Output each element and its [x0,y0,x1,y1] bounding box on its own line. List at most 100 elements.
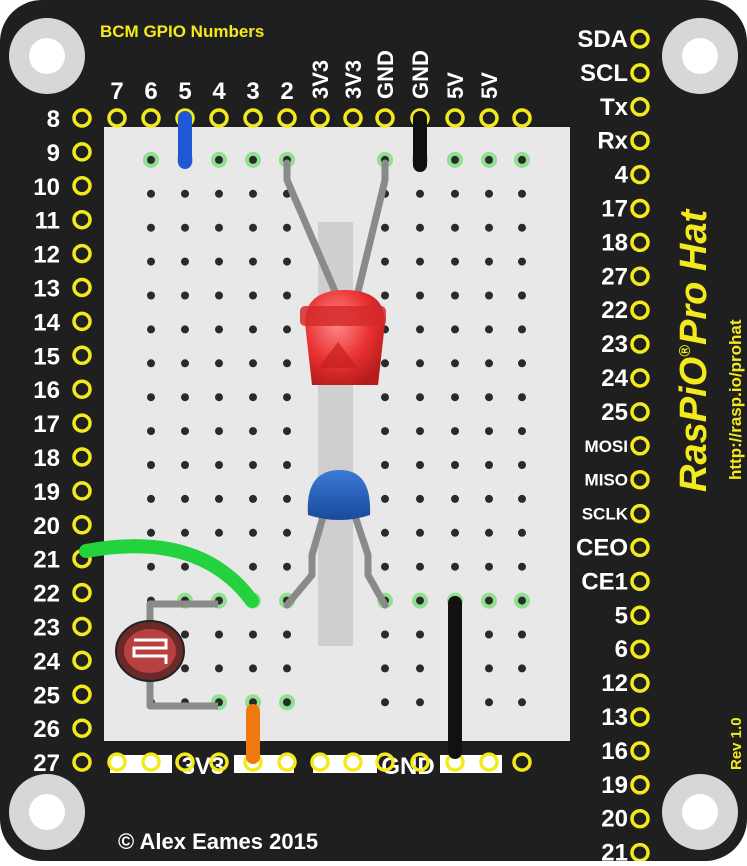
breadboard-hole [381,359,389,368]
breadboard-hole [181,562,189,571]
footer-copyright: © Alex Eames 2015 [118,829,318,854]
right-pin-label: 19 [601,772,628,799]
breadboard-hole [416,393,424,402]
breadboard-hole [451,189,459,198]
breadboard-hole [416,528,424,537]
right-pin-label: 27 [601,263,628,290]
breadboard-hole [451,427,459,436]
breadboard-hole [181,189,189,198]
breadboard-hole [147,189,155,198]
breadboard-hole [147,528,155,537]
breadboard-hole [485,698,493,707]
breadboard-hole [215,393,223,402]
brand-revision: Rev 1.0 [728,717,745,770]
breadboard-hole [485,257,493,266]
left-pin-label: 8 [47,106,60,133]
breadboard-hole [249,393,257,402]
breadboard-hole [451,325,459,334]
breadboard-hole [416,189,424,198]
breadboard-hole [181,528,189,537]
right-pin-label: 5 [615,602,628,629]
led-red [300,290,386,385]
breadboard-hole [485,291,493,300]
breadboard-hole [215,155,223,164]
breadboard-hole [485,223,493,232]
breadboard-hole [181,359,189,368]
right-pin-label: CEO [576,535,628,562]
header-title: BCM GPIO Numbers [100,22,264,41]
right-pin-label: 21 [601,840,628,861]
breadboard-hole [147,223,155,232]
breadboard-hole [283,257,291,266]
breadboard-hole [249,189,257,198]
breadboard-hole [215,528,223,537]
left-pin-label: 24 [33,648,60,675]
left-pin-label: 11 [35,208,60,235]
breadboard-hole [381,562,389,571]
breadboard-hole [215,494,223,503]
breadboard-hole [283,664,291,673]
breadboard-hole [416,325,424,334]
breadboard-hole [518,596,526,605]
breadboard-hole [249,562,257,571]
breadboard-hole [381,393,389,402]
right-pin-label: 22 [601,297,628,324]
breadboard-hole [147,155,155,164]
breadboard-hole [283,494,291,503]
right-pin-label: 12 [601,670,628,697]
breadboard-hole [215,223,223,232]
raspio-pro-hat-board: 3V3 GND BCM GPIO Numbers 7 6 5 4 3 2 3V3 3V3 GND… [0,0,747,866]
left-pin-label: 9 [47,140,60,167]
right-pin-label: Tx [600,94,629,121]
breadboard-hole [381,494,389,503]
breadboard-hole [147,257,155,266]
photoresistor [115,620,185,682]
left-pin-label: 21 [33,547,60,574]
breadboard-hole [416,427,424,436]
breadboard-hole [147,427,155,436]
brand-name: RasPiO [673,357,715,492]
left-pin-label: 26 [33,716,60,743]
top-pin-label: 3V3 [341,60,366,99]
breadboard-hole [518,494,526,503]
breadboard-hole [485,393,493,402]
breadboard-hole [283,528,291,537]
breadboard-hole [181,257,189,266]
breadboard-hole [249,664,257,673]
breadboard-hole [283,291,291,300]
top-pin-label: 5V [477,72,502,99]
breadboard-hole [215,257,223,266]
right-pin-label: 18 [601,229,628,256]
breadboard-hole [485,528,493,537]
breadboard-hole [518,257,526,266]
breadboard-hole [485,461,493,469]
right-pin-label: 16 [601,738,628,765]
breadboard-hole [485,630,493,639]
breadboard-hole [215,189,223,198]
breadboard-hole [283,698,291,707]
left-pin-label: 19 [33,479,60,506]
breadboard-hole [283,325,291,334]
breadboard-hole [249,427,257,436]
breadboard-hole [181,664,189,673]
breadboard-hole [181,427,189,436]
breadboard-hole [147,562,155,571]
breadboard-hole [381,698,389,707]
breadboard-hole [518,325,526,334]
breadboard-hole [416,630,424,639]
right-pin-label: 23 [601,331,628,358]
breadboard-hole [215,427,223,436]
breadboard-hole [181,223,189,232]
breadboard-hole [485,596,493,605]
breadboard-hole [518,155,526,164]
rail-label-3v3: 3V3 [182,753,225,780]
breadboard-hole [283,223,291,232]
right-pin-label: MISO [585,471,628,490]
breadboard-hole [485,325,493,334]
left-pin-label: 20 [33,513,60,540]
brand-product: Pro Hat [673,209,715,345]
right-pin-label: 17 [601,196,628,223]
left-pin-label: 18 [33,445,60,472]
breadboard-hole [451,223,459,232]
breadboard-hole [381,291,389,300]
